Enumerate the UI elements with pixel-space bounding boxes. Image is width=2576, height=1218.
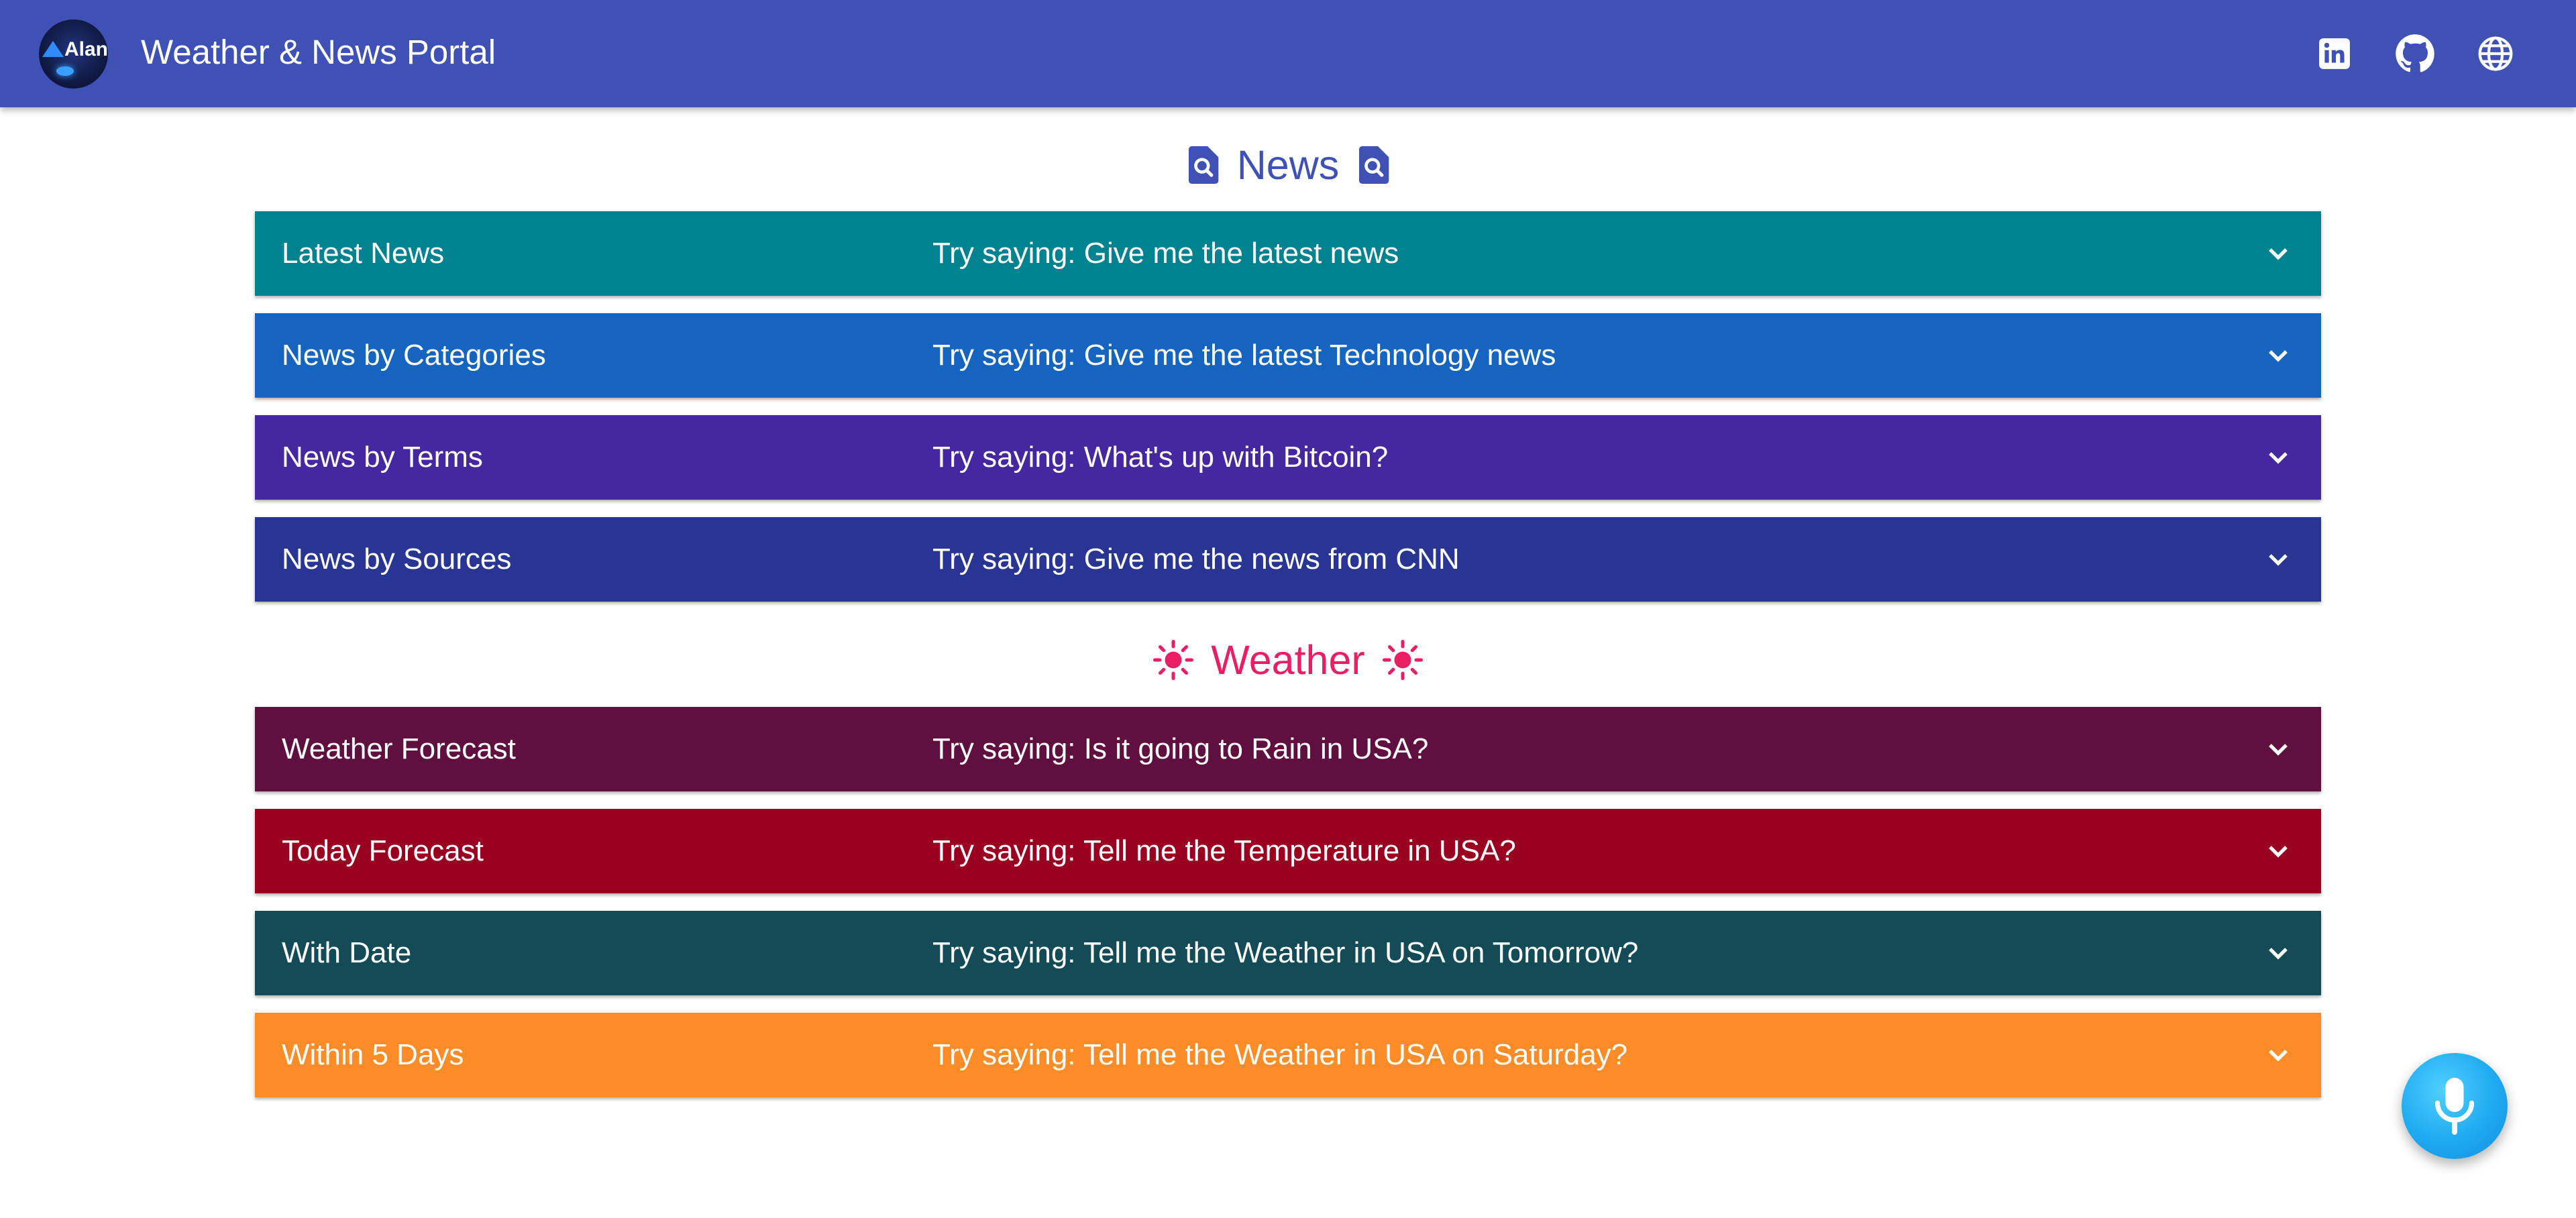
news-panel-latest[interactable]: Latest News Try saying: Give me the late… [255, 211, 2321, 296]
news-panel-categories[interactable]: News by Categories Try saying: Give me t… [255, 313, 2321, 398]
weather-section-title: Weather [0, 636, 2576, 690]
logo-mark-icon [42, 41, 64, 57]
globe-icon[interactable] [2474, 32, 2517, 75]
chevron-down-icon[interactable] [2262, 339, 2294, 372]
voice-assistant-button[interactable] [2402, 1053, 2508, 1159]
panel-label: Today Forecast [282, 834, 484, 867]
weather-panel-forecast[interactable]: Weather Forecast Try saying: Is it going… [255, 707, 2321, 791]
panel-label: News by Sources [282, 543, 512, 575]
chevron-down-icon[interactable] [2262, 1039, 2294, 1071]
sun-icon [1382, 640, 1423, 680]
panel-hint: Try saying: Give me the latest Technolog… [932, 339, 1556, 372]
logo-text: Alan [64, 38, 108, 60]
chevron-down-icon[interactable] [2262, 937, 2294, 969]
alan-logo[interactable]: Alan [39, 19, 108, 89]
linkedin-icon[interactable] [2313, 32, 2356, 75]
news-panel-terms[interactable]: News by Terms Try saying: What's up with… [255, 415, 2321, 500]
chevron-down-icon[interactable] [2262, 237, 2294, 270]
panel-label: News by Categories [282, 339, 546, 372]
app-bar: Alan Weather & News Portal [0, 0, 2576, 107]
weather-panel-with-date[interactable]: With Date Try saying: Tell me the Weathe… [255, 911, 2321, 995]
panel-label: Weather Forecast [282, 732, 516, 765]
panel-label: With Date [282, 936, 412, 969]
sun-icon [1153, 640, 1194, 680]
panel-hint: Try saying: Give me the news from CNN [932, 543, 1460, 575]
panel-label: News by Terms [282, 441, 483, 474]
weather-panel-today[interactable]: Today Forecast Try saying: Tell me the T… [255, 809, 2321, 893]
microphone-icon [2434, 1078, 2475, 1135]
panel-hint: Try saying: Give me the latest news [932, 237, 1399, 270]
panel-hint: Try saying: Tell me the Temperature in U… [932, 834, 1516, 867]
weather-panel-5-days[interactable]: Within 5 Days Try saying: Tell me the We… [255, 1013, 2321, 1097]
panel-hint: Try saying: Is it going to Rain in USA? [932, 732, 1429, 765]
panel-label: Within 5 Days [282, 1038, 464, 1071]
app-title: Weather & News Portal [141, 33, 496, 71]
news-panel-sources[interactable]: News by Sources Try saying: Give me the … [255, 517, 2321, 602]
search-document-icon [1188, 146, 1219, 184]
chevron-down-icon[interactable] [2262, 543, 2294, 575]
search-document-icon [1359, 146, 1389, 184]
chevron-down-icon[interactable] [2262, 441, 2294, 474]
panel-hint: Try saying: What's up with Bitcoin? [932, 441, 1389, 474]
weather-title-text: Weather [1211, 637, 1365, 683]
news-section-title: News [0, 141, 2576, 194]
panel-hint: Try saying: Tell me the Weather in USA o… [932, 936, 1639, 969]
panel-hint: Try saying: Tell me the Weather in USA o… [932, 1038, 1628, 1071]
chevron-down-icon[interactable] [2262, 733, 2294, 765]
news-title-text: News [1236, 142, 1340, 188]
chevron-down-icon[interactable] [2262, 835, 2294, 867]
github-icon[interactable] [2394, 32, 2436, 75]
panel-label: Latest News [282, 237, 445, 270]
